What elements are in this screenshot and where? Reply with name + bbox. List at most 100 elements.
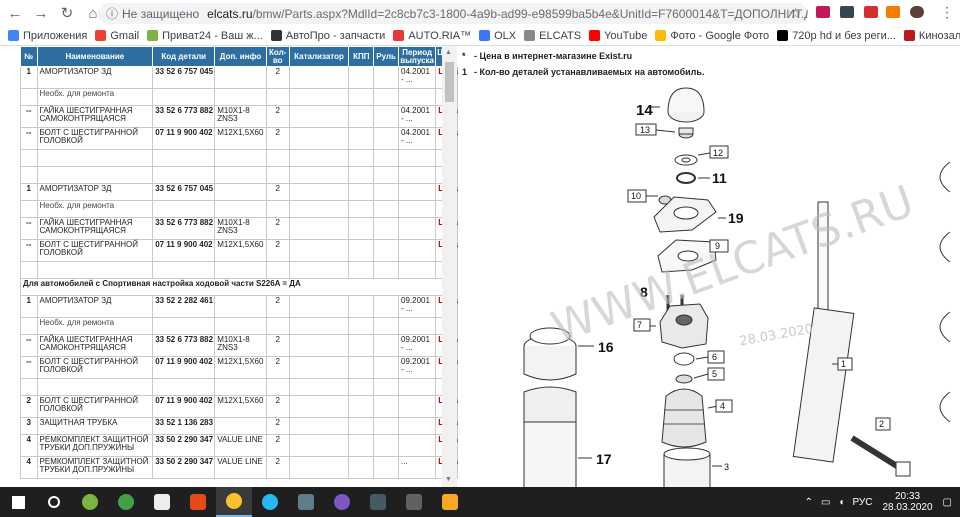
callout-label[interactable]: 16 [598, 339, 614, 355]
catalyst-cell [288, 395, 350, 418]
scroll-down-icon[interactable]: ▼ [445, 476, 452, 483]
notification-icon[interactable]: ▢ [943, 497, 952, 508]
clock[interactable]: 20:33 28.03.2020 [882, 491, 932, 513]
gearbox-cell [348, 217, 375, 240]
callout-label[interactable]: 12 [713, 148, 723, 158]
bookmark-item[interactable]: OLX [479, 30, 516, 42]
network-icon[interactable]: ▭ [821, 497, 830, 508]
app-icon[interactable] [72, 487, 108, 517]
scrollbar-thumb[interactable] [445, 62, 454, 102]
address-bar[interactable]: ⓘ Не защищено elcats.ru/bmw/Parts.aspx?M… [98, 3, 808, 24]
chevron-up-icon[interactable]: ⌃ [805, 497, 813, 508]
part-code [152, 200, 216, 218]
avatar[interactable] [910, 6, 924, 18]
extension-icon[interactable] [840, 6, 854, 18]
gearbox-cell [348, 317, 375, 335]
bookmark-star-icon[interactable]: ☆ [789, 5, 802, 22]
table-cell [214, 378, 267, 396]
browser-toolbar: ← → ↻ ⌂ ⓘ Не защищено elcats.ru/bmw/Part… [0, 0, 960, 26]
table-cell [398, 261, 437, 279]
back-icon[interactable]: ← [4, 2, 26, 24]
bookmark-item[interactable]: Приложения [8, 30, 87, 42]
row-number: -- [20, 239, 38, 262]
table-cell [214, 149, 267, 167]
callout-label[interactable]: 10 [631, 191, 641, 201]
table-cell [265, 378, 290, 396]
callout-label[interactable]: 17 [596, 451, 612, 467]
table-cell [373, 149, 400, 167]
callout-label[interactable]: 5 [712, 369, 717, 379]
viber-icon[interactable] [324, 487, 360, 517]
scrollbar[interactable]: ▲ ▼ [442, 46, 457, 487]
note-mark: 1 [462, 67, 468, 77]
volume-icon[interactable]: ◖ [838, 497, 844, 508]
bookmark-item[interactable]: ELCATS [524, 30, 581, 42]
steering-cell [373, 105, 400, 128]
bookmark-item[interactable]: Gmail [95, 30, 139, 42]
part-code: 33 50 2 290 347 [152, 456, 216, 479]
bookmark-item[interactable]: Приват24 - Ваш ж... [147, 30, 263, 42]
search-icon[interactable] [36, 487, 72, 517]
part-name: ГАЙКА ШЕСТИГРАННАЯ САМОКОНТРЯЩАЯСЯ [36, 105, 154, 128]
bookmark-item[interactable]: 720p hd и без реги... [777, 30, 896, 42]
table-row: Для автомобилей с Спортивная настройка х… [20, 278, 458, 296]
app-icon[interactable] [396, 487, 432, 517]
app-icon[interactable] [180, 487, 216, 517]
bookmark-label: Фото - Google Фото [670, 29, 770, 42]
part-name: БОЛТ С ШЕСТИГРАННОЙ ГОЛОВКОЙ [36, 356, 154, 379]
extension-icon[interactable] [816, 6, 830, 18]
telegram-icon[interactable] [252, 487, 288, 517]
callout-label[interactable]: 1 [841, 359, 846, 369]
steering-cell [373, 217, 400, 240]
callout-label[interactable]: 13 [640, 125, 650, 135]
part-info: M12X1,5X60 [214, 127, 267, 150]
callout-label[interactable]: 6 [712, 352, 717, 362]
callout-label[interactable]: 11 [712, 170, 727, 186]
part-info [214, 417, 267, 435]
part-code [152, 317, 216, 335]
steering-cell [373, 239, 400, 262]
extension-icon[interactable] [864, 6, 878, 18]
forward-icon[interactable]: → [30, 2, 52, 24]
part-name: БОЛТ С ШЕСТИГРАННОЙ ГОЛОВКОЙ [36, 395, 154, 418]
part-name: ЗАЩИТНАЯ ТРУБКА [36, 417, 154, 435]
steering-cell [373, 66, 400, 89]
language-indicator[interactable]: РУС [852, 497, 872, 508]
app-icon[interactable] [288, 487, 324, 517]
chrome-icon[interactable] [216, 487, 252, 517]
table-row: 1 АМОРТИЗАТОР ЗД 33 52 6 757 045 2 04.2001 -… [20, 66, 458, 89]
production-period [398, 183, 437, 201]
app-icon[interactable] [360, 487, 396, 517]
bookmark-label: OLX [494, 29, 517, 42]
callout-label[interactable]: 14 [636, 102, 653, 119]
parts-diagram[interactable]: 14131211101998716654117 32 WWW.ELCATS.RU … [460, 82, 960, 487]
folder-icon[interactable] [432, 487, 468, 517]
part-info: M10X1-8 ZNS3 [214, 217, 267, 240]
callout-label[interactable]: 2 [879, 419, 884, 429]
callout-label[interactable]: 3 [724, 462, 729, 472]
callout-label[interactable]: 19 [728, 210, 744, 226]
table-row: Необх. для ремонта [20, 88, 458, 106]
bookmark-item[interactable]: AUTO.RIA™ [393, 30, 471, 42]
windows-start-icon[interactable] [0, 487, 36, 517]
column-header: Кол-во [265, 46, 290, 67]
reload-icon[interactable]: ↻ [56, 2, 78, 24]
info-icon[interactable]: ⓘ [106, 5, 118, 22]
catalyst-cell [288, 456, 350, 479]
page-content: № Наименование Код детали Доп. инфо Кол-во Ка… [0, 46, 960, 487]
catalyst-cell [288, 183, 350, 201]
extension-icon[interactable] [886, 6, 900, 18]
bookmark-item[interactable]: Кинозал.ТВ [903, 30, 960, 42]
table-row: -- БОЛТ С ШЕСТИГРАННОЙ ГОЛОВКОЙ 07 11 9 90… [20, 356, 458, 379]
gearbox-cell [348, 295, 375, 318]
app-icon[interactable] [108, 487, 144, 517]
bookmark-item[interactable]: АвтоПро - запчасти [270, 30, 385, 42]
menu-icon[interactable]: ⋮ [940, 4, 954, 21]
steering-cell [373, 356, 400, 379]
bookmark-item[interactable]: YouTube [589, 30, 647, 42]
callout-label[interactable]: 4 [720, 401, 725, 411]
catalyst-cell [288, 66, 350, 89]
app-icon[interactable] [144, 487, 180, 517]
scroll-up-icon[interactable]: ▲ [445, 49, 452, 56]
bookmark-item[interactable]: Фото - Google Фото [655, 30, 769, 42]
